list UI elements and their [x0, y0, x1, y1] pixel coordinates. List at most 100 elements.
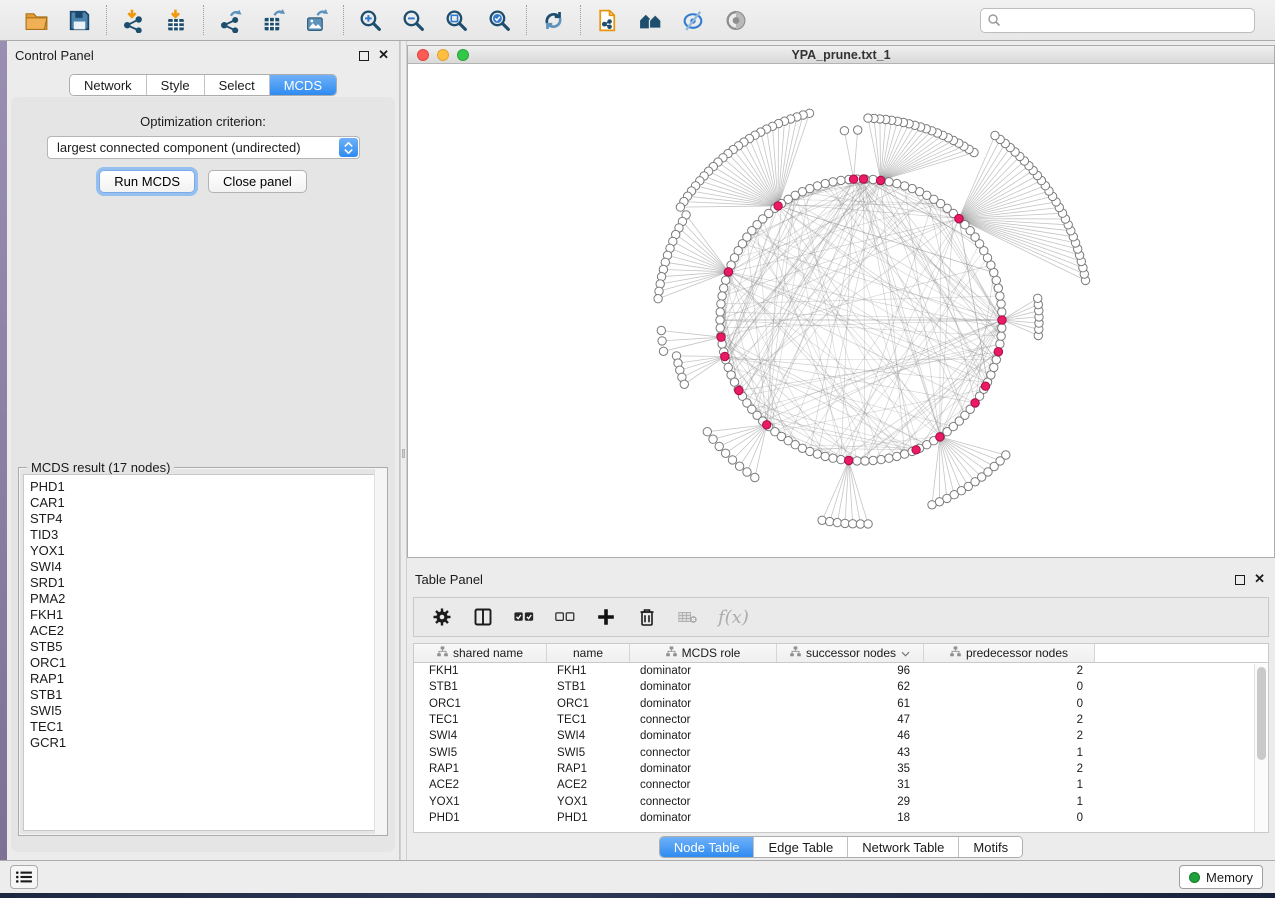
network-node[interactable]	[716, 324, 724, 332]
table-row[interactable]: ACE2ACE2connector311	[414, 777, 1268, 793]
mcds-result-item[interactable]: PMA2	[30, 591, 368, 607]
network-node[interactable]	[821, 452, 829, 460]
tab-edge-table[interactable]: Edge Table	[754, 837, 848, 857]
mcds-result-item[interactable]: TID3	[30, 527, 368, 543]
table-row[interactable]: FKH1FKH1dominator962	[414, 663, 1268, 679]
table-cell[interactable]: ORC1	[414, 696, 547, 712]
table-cell[interactable]: STB1	[547, 679, 630, 695]
import-table-button[interactable]	[163, 7, 190, 34]
table-cell[interactable]: 0	[924, 810, 1095, 826]
mcds-node[interactable]	[859, 175, 867, 183]
table-cell[interactable]: 29	[777, 793, 924, 809]
network-node[interactable]	[722, 276, 730, 284]
table-row[interactable]: SWI4SWI4dominator462	[414, 728, 1268, 744]
network-node[interactable]	[833, 518, 841, 526]
network-node[interactable]	[893, 179, 901, 187]
network-node[interactable]	[893, 452, 901, 460]
network-node[interactable]	[676, 203, 684, 211]
mcds-result-item[interactable]: SWI5	[30, 703, 368, 719]
mcds-node[interactable]	[981, 382, 989, 390]
network-node[interactable]	[998, 324, 1006, 332]
zoom-fit-button[interactable]	[443, 7, 470, 34]
mcds-node[interactable]	[717, 333, 725, 341]
tab-mcds[interactable]: MCDS	[270, 75, 336, 95]
run-mcds-button[interactable]: Run MCDS	[99, 170, 195, 193]
eye-button[interactable]	[723, 7, 750, 34]
panel-split-handle[interactable]	[400, 41, 407, 860]
network-node[interactable]	[864, 114, 872, 122]
network-node[interactable]	[997, 332, 1005, 340]
table-cell[interactable]: 2	[924, 728, 1095, 744]
mcds-node[interactable]	[774, 202, 782, 210]
search-input[interactable]	[980, 8, 1255, 33]
mcds-node[interactable]	[912, 446, 920, 454]
mcds-result-item[interactable]: ORC1	[30, 655, 368, 671]
network-graph[interactable]	[408, 64, 1274, 557]
show-columns-button[interactable]	[472, 606, 494, 628]
network-node[interactable]	[849, 520, 857, 528]
mcds-node[interactable]	[845, 456, 853, 464]
tab-style[interactable]: Style	[147, 75, 205, 95]
add-column-button[interactable]	[595, 606, 617, 628]
table-cell[interactable]: dominator	[630, 728, 777, 744]
network-canvas[interactable]	[408, 64, 1274, 557]
mcds-node[interactable]	[876, 176, 884, 184]
network-node[interactable]	[992, 276, 1000, 284]
table-cell[interactable]: dominator	[630, 663, 777, 679]
zoom-in-button[interactable]	[357, 7, 384, 34]
refresh-network-button[interactable]	[540, 7, 567, 34]
table-row[interactable]: STB1STB1dominator620	[414, 679, 1268, 695]
float-panel-icon[interactable]	[359, 51, 369, 61]
table-cell[interactable]: SWI4	[414, 728, 547, 744]
network-node[interactable]	[837, 455, 845, 463]
table-cell[interactable]: 0	[924, 679, 1095, 695]
table-cell[interactable]: ACE2	[547, 777, 630, 793]
table-cell[interactable]: STB1	[414, 679, 547, 695]
table-row[interactable]: PHD1PHD1dominator180	[414, 810, 1268, 826]
network-node[interactable]	[721, 449, 729, 457]
table-cell[interactable]: 1	[924, 777, 1095, 793]
table-scrollbar[interactable]	[1254, 664, 1268, 832]
network-node[interactable]	[718, 292, 726, 300]
mcds-result-item[interactable]: SWI4	[30, 559, 368, 575]
network-node[interactable]	[735, 462, 743, 470]
table-cell[interactable]: RAP1	[547, 761, 630, 777]
column-header-MCDS-role[interactable]: MCDS role	[630, 644, 777, 662]
network-node[interactable]	[658, 337, 666, 345]
table-cell[interactable]: 1	[924, 793, 1095, 809]
mcds-node[interactable]	[735, 386, 743, 394]
close-panel-icon[interactable]: ✕	[1254, 571, 1265, 587]
mcds-node[interactable]	[936, 433, 944, 441]
network-window-titlebar[interactable]: YPA_prune.txt_1	[408, 46, 1274, 64]
table-cell[interactable]: dominator	[630, 679, 777, 695]
network-node[interactable]	[743, 468, 751, 476]
mcds-result-item[interactable]: ACE2	[30, 623, 368, 639]
network-node[interactable]	[997, 300, 1005, 308]
tab-motifs[interactable]: Motifs	[959, 837, 1022, 857]
table-row[interactable]: ORC1ORC1dominator610	[414, 696, 1268, 712]
mcds-result-item[interactable]: SRD1	[30, 575, 368, 591]
table-cell[interactable]: SWI5	[547, 744, 630, 760]
column-header-shared-name[interactable]: shared name	[414, 644, 547, 662]
network-node[interactable]	[829, 178, 837, 186]
table-cell[interactable]: ACE2	[414, 777, 547, 793]
network-node[interactable]	[877, 455, 885, 463]
table-cell[interactable]: TEC1	[414, 712, 547, 728]
table-cell[interactable]: connector	[630, 777, 777, 793]
mcds-result-item[interactable]: STB5	[30, 639, 368, 655]
import-network-button[interactable]	[120, 7, 147, 34]
network-node[interactable]	[716, 316, 724, 324]
table-cell[interactable]: 96	[777, 663, 924, 679]
network-node[interactable]	[657, 326, 665, 334]
table-cell[interactable]: dominator	[630, 761, 777, 777]
table-cell[interactable]: 18	[777, 810, 924, 826]
mcds-node[interactable]	[849, 175, 857, 183]
close-panel-icon[interactable]: ✕	[378, 47, 389, 63]
table-row[interactable]: YOX1YOX1connector291	[414, 793, 1268, 809]
network-node[interactable]	[996, 340, 1004, 348]
network-node[interactable]	[998, 308, 1006, 316]
table-cell[interactable]: 2	[924, 663, 1095, 679]
table-cell[interactable]: SWI5	[414, 744, 547, 760]
mcds-node[interactable]	[998, 316, 1006, 324]
network-node[interactable]	[716, 308, 724, 316]
